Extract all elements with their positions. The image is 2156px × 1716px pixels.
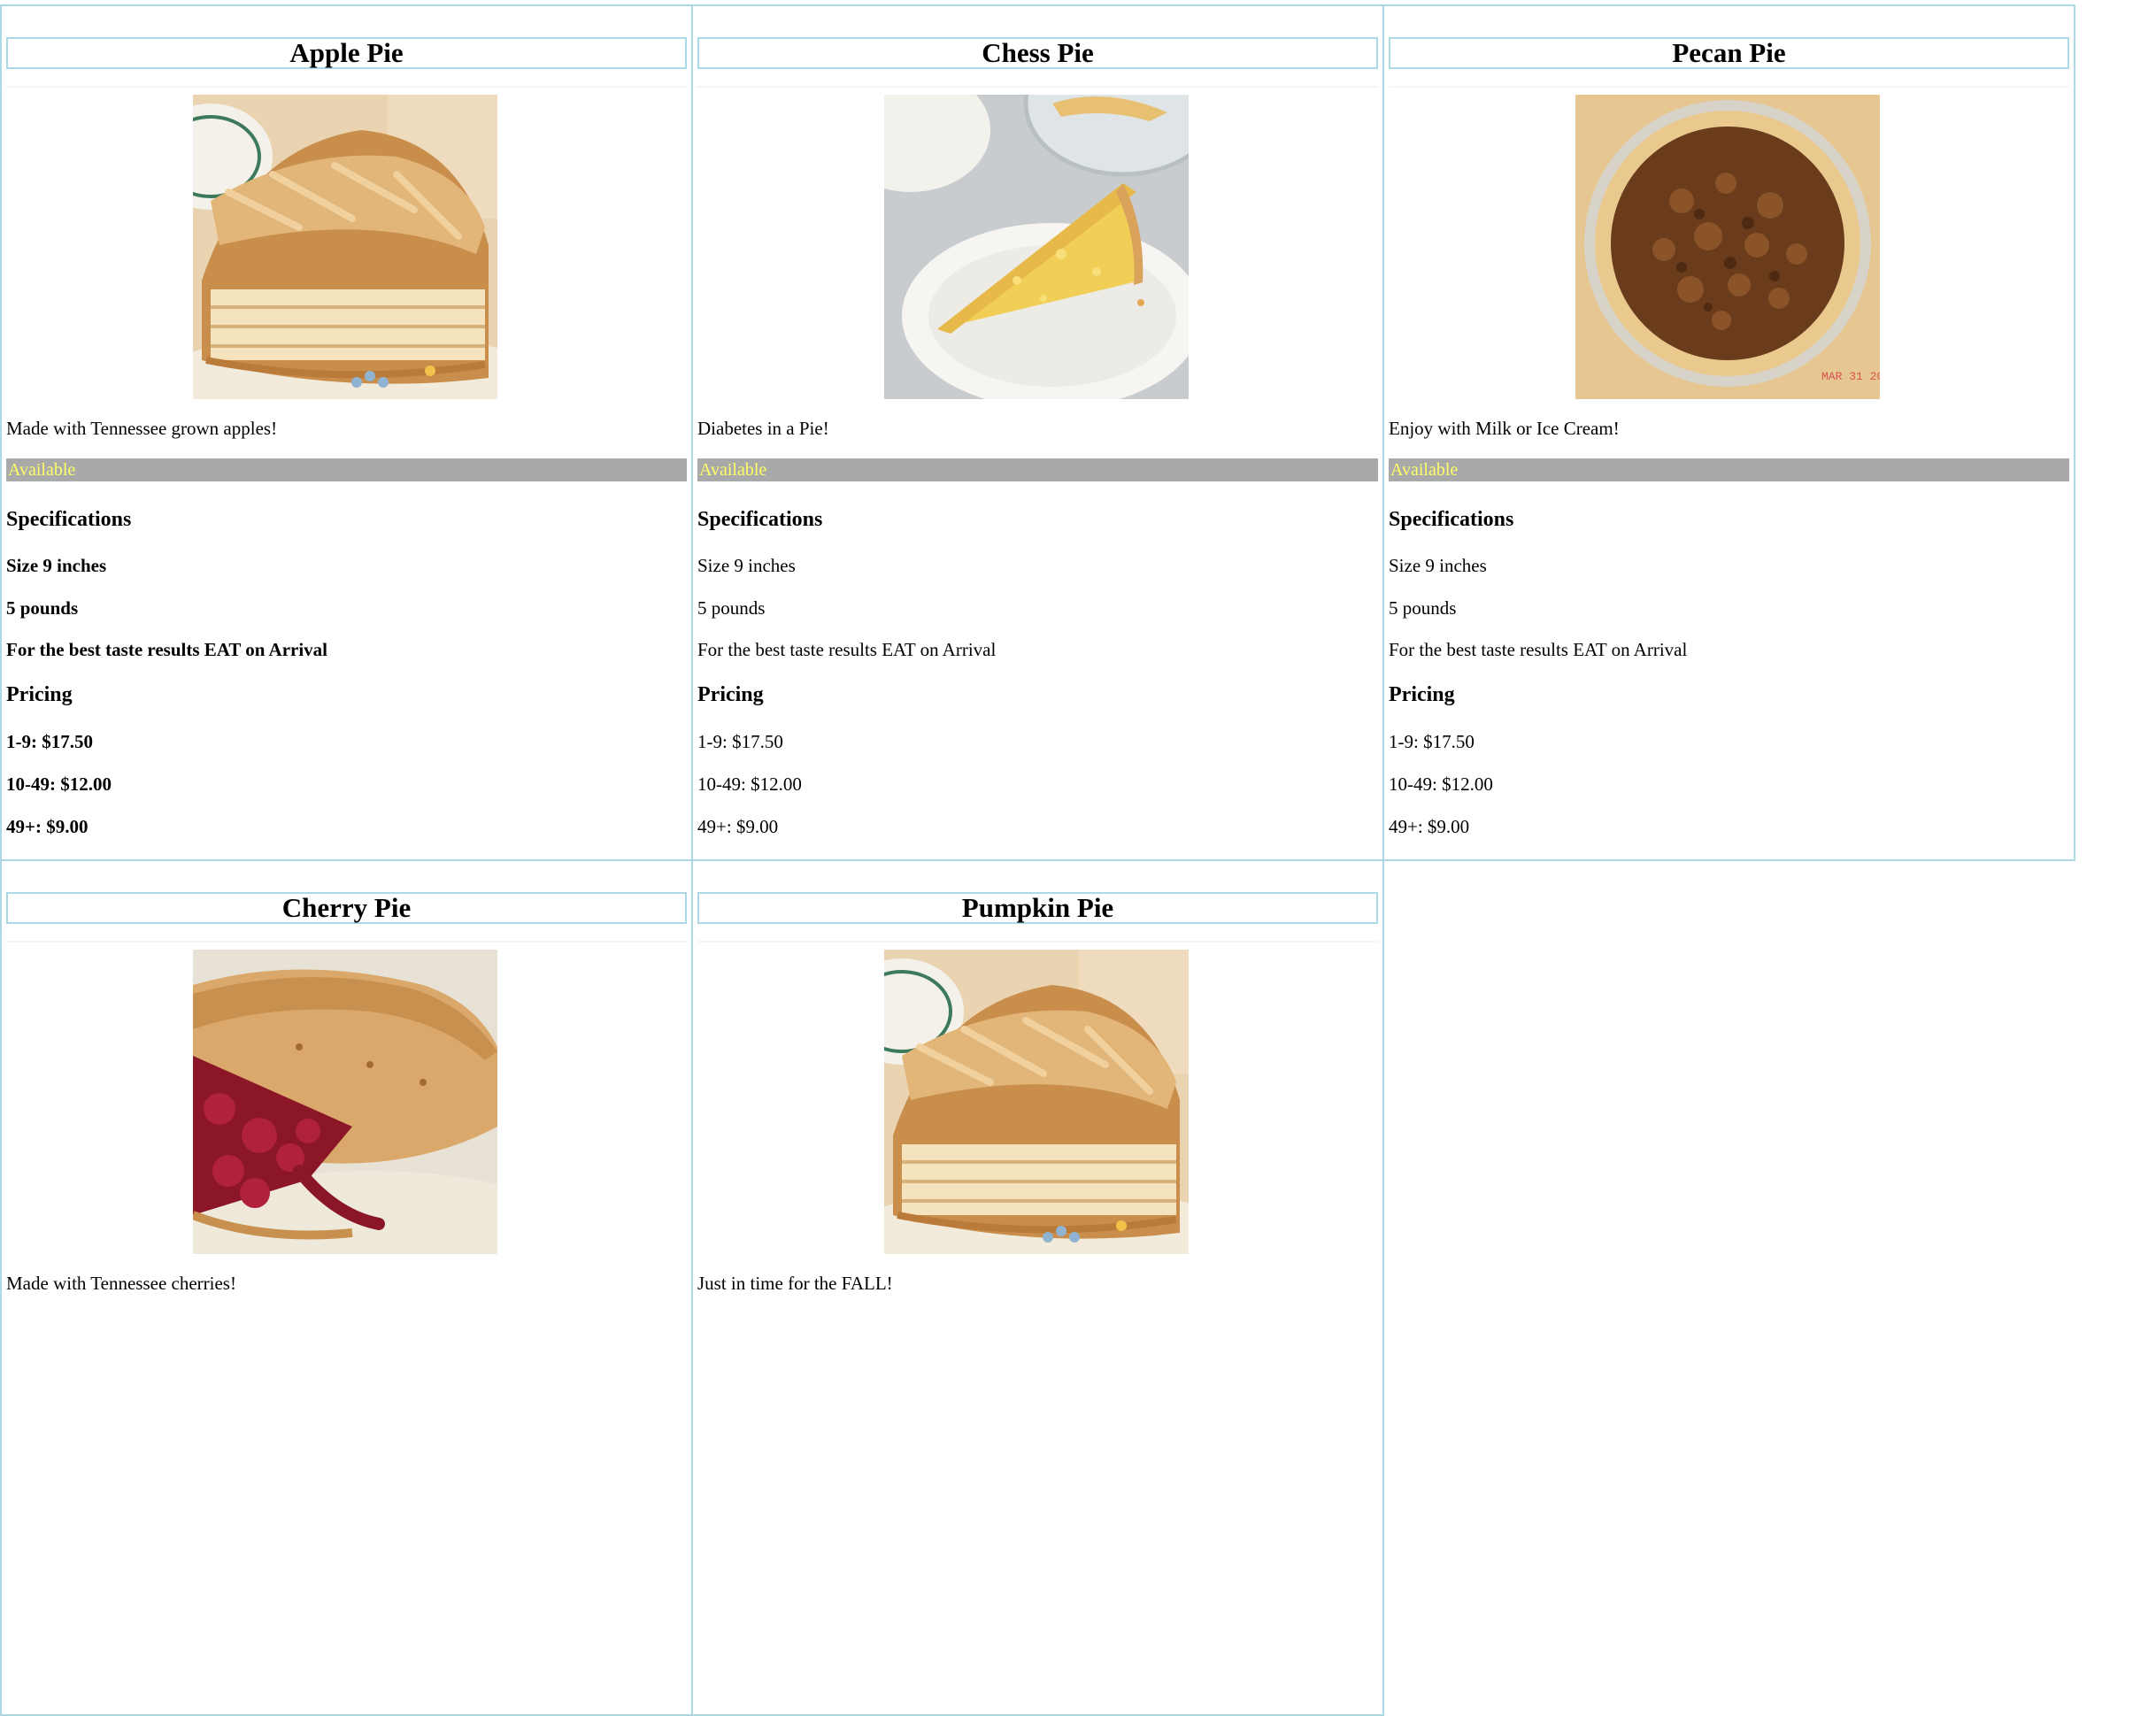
pie-title: Pecan Pie xyxy=(1389,37,2069,69)
spec-note: For the best taste results EAT on Arriva… xyxy=(697,639,997,660)
price-tier-3: 49+: $9.00 xyxy=(697,816,779,837)
divider xyxy=(1389,86,2069,88)
pie-description: Enjoy with Milk or Ice Cream! xyxy=(1389,418,1620,439)
pie-card-pecan: Pecan Pie MAR 31 20 Enjoy with Milk or I… xyxy=(1382,4,2075,861)
pie-description: Diabetes in a Pie! xyxy=(697,418,829,439)
chess-pie-photo-art xyxy=(884,95,1189,399)
spec-size: Size 9 inches xyxy=(1389,555,1487,576)
cherry-pie-photo-art xyxy=(193,950,497,1254)
status-badge: Available xyxy=(6,458,687,481)
apple-pie-photo xyxy=(884,950,1189,1254)
pecan-pie-photo-art: MAR 31 20 xyxy=(1575,95,1880,399)
apple-pie-photo-art xyxy=(193,95,497,399)
apple-pie-photo xyxy=(193,95,497,399)
pecan-pie-photo: MAR 31 20 xyxy=(1575,95,1880,399)
pricing-heading: Pricing xyxy=(1389,683,1455,706)
divider xyxy=(6,86,687,88)
price-tier-1: 1-9: $17.50 xyxy=(1389,731,1475,752)
pie-card-pumpkin: Pumpkin Pie Just in time for the FALL! xyxy=(691,859,1384,1716)
pumpkin-pie-photo-art xyxy=(884,950,1189,1254)
specifications-heading: Specifications xyxy=(1389,508,1514,531)
price-tier-3: 49+: $9.00 xyxy=(6,816,89,837)
spec-size: Size 9 inches xyxy=(6,555,107,576)
pie-card-cherry: Cherry Pie Made with Tennessee cherries! xyxy=(0,859,693,1716)
pie-description: Made with Tennessee grown apples! xyxy=(6,418,278,439)
photo-date-stamp: MAR 31 20 xyxy=(1821,370,1880,383)
spec-note: For the best taste results EAT on Arriva… xyxy=(1389,639,1688,660)
chess-pie-photo xyxy=(884,95,1189,399)
specifications-heading: Specifications xyxy=(6,508,132,531)
price-tier-2: 10-49: $12.00 xyxy=(697,773,802,795)
pie-card-apple: Apple Pie Made with Tennessee grown appl… xyxy=(0,4,693,861)
price-tier-2: 10-49: $12.00 xyxy=(6,773,112,795)
spec-weight: 5 pounds xyxy=(6,597,79,619)
specifications-heading: Specifications xyxy=(697,508,823,531)
divider xyxy=(697,941,1378,943)
price-tier-1: 1-9: $17.50 xyxy=(697,731,783,752)
pie-title: Pumpkin Pie xyxy=(697,892,1378,924)
divider xyxy=(697,86,1378,88)
pie-catalog-grid: Apple Pie Made with Tennessee grown appl… xyxy=(0,0,2156,1716)
pie-title: Apple Pie xyxy=(6,37,687,69)
spec-note: For the best taste results EAT on Arriva… xyxy=(6,639,328,660)
pie-card-chess: Chess Pie Diabetes in a Pie! Available S… xyxy=(691,4,1384,861)
pie-title: Cherry Pie xyxy=(6,892,687,924)
pie-description: Made with Tennessee cherries! xyxy=(6,1273,236,1294)
cherry-pie-photo xyxy=(193,950,497,1254)
price-tier-3: 49+: $9.00 xyxy=(1389,816,1470,837)
price-tier-1: 1-9: $17.50 xyxy=(6,731,93,752)
spec-weight: 5 pounds xyxy=(697,597,766,619)
pie-description: Just in time for the FALL! xyxy=(697,1273,893,1294)
status-badge: Available xyxy=(1389,458,2069,481)
divider xyxy=(6,941,687,943)
status-badge: Available xyxy=(697,458,1378,481)
pricing-heading: Pricing xyxy=(697,683,764,706)
pie-title: Chess Pie xyxy=(697,37,1378,69)
pricing-heading: Pricing xyxy=(6,683,73,706)
spec-weight: 5 pounds xyxy=(1389,597,1457,619)
spec-size: Size 9 inches xyxy=(697,555,796,576)
price-tier-2: 10-49: $12.00 xyxy=(1389,773,1493,795)
